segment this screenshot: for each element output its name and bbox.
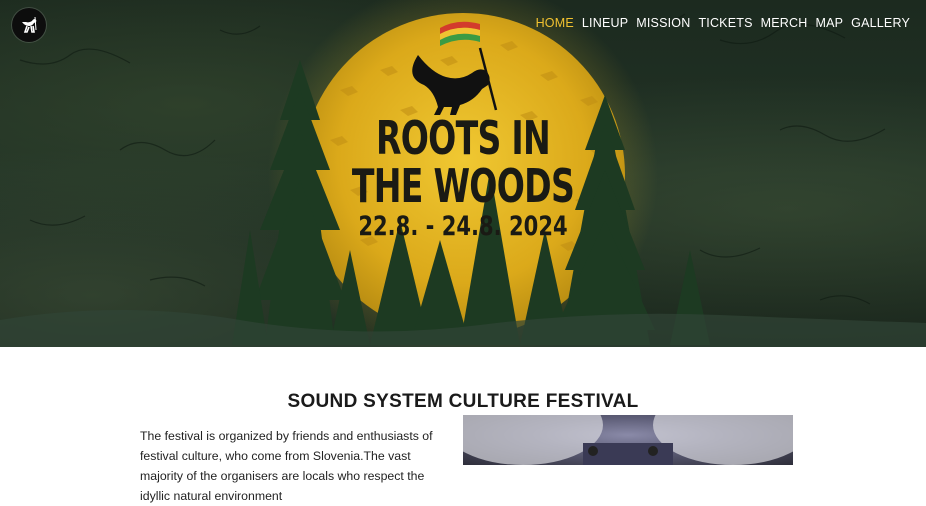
hero-banner: HOME LINEUP MISSION TICKETS MERCH MAP GA… [0, 0, 926, 347]
photo-image [463, 415, 793, 465]
nav-home[interactable]: HOME [536, 16, 574, 30]
nav-lineup[interactable]: LINEUP [582, 16, 628, 30]
nav-map[interactable]: MAP [815, 16, 843, 30]
festival-dates: 22.8. - 24.8. 2024 [358, 211, 568, 242]
site-logo[interactable] [12, 8, 46, 42]
nav-gallery[interactable]: GALLERY [851, 16, 910, 30]
festival-photo [463, 415, 793, 465]
nav-mission[interactable]: MISSION [636, 16, 690, 30]
festival-title-line-2: THE WOODS [351, 159, 575, 213]
intro-paragraph: The festival is organized by friends and… [140, 429, 433, 504]
nav-merch[interactable]: MERCH [761, 16, 808, 30]
nav-tickets[interactable]: TICKETS [698, 16, 752, 30]
festival-title-line-1: ROOTS IN [375, 111, 551, 165]
wolf-logo-icon [22, 16, 37, 33]
festival-title-block: ROOTS IN THE WOODS 22.8. - 24.8. 2024 [0, 115, 926, 242]
main-nav: HOME LINEUP MISSION TICKETS MERCH MAP GA… [536, 16, 910, 30]
section-heading: SOUND SYSTEM CULTURE FESTIVAL [287, 390, 639, 412]
